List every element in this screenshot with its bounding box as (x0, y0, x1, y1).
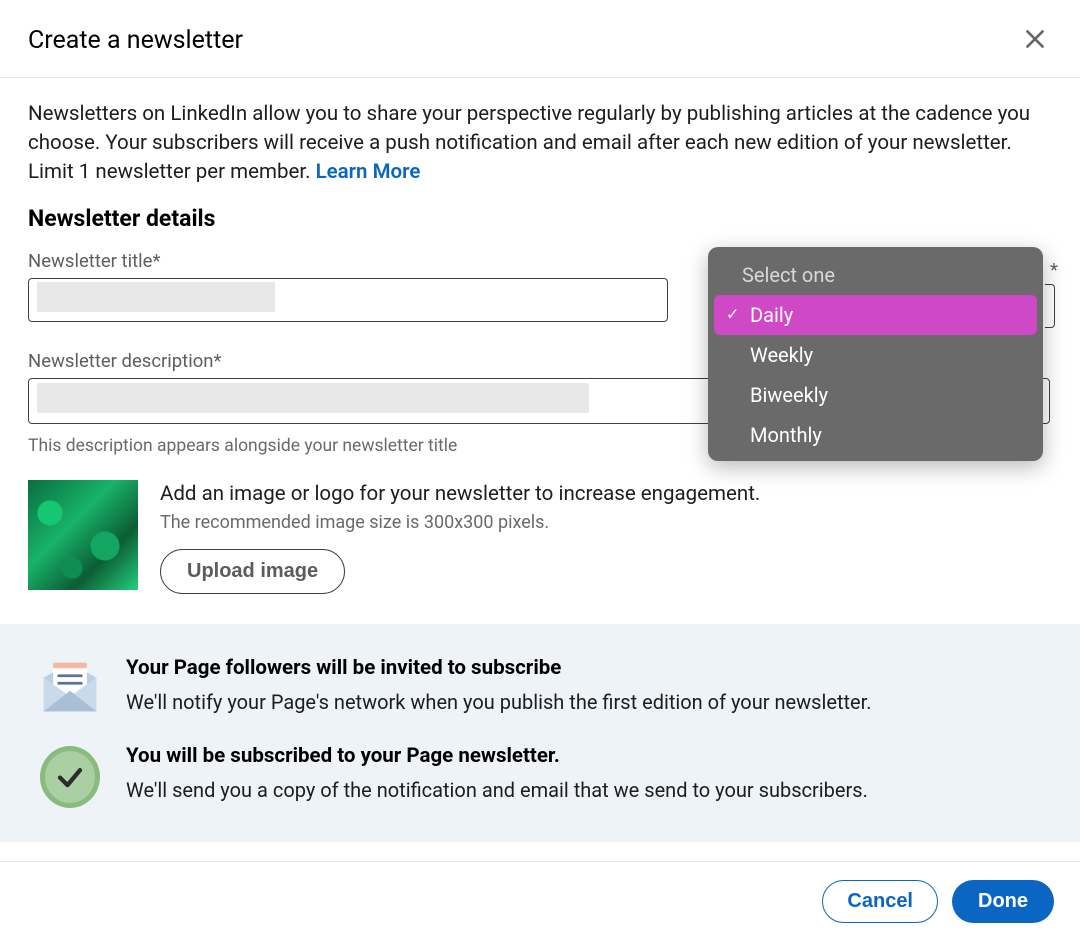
check-circle-icon (40, 744, 100, 808)
info-panel: Your Page followers will be invited to s… (0, 624, 1080, 842)
cadence-option-monthly[interactable]: Monthly (714, 415, 1037, 455)
cadence-select-field-edge[interactable] (1045, 284, 1055, 328)
upload-image-button[interactable]: Upload image (160, 549, 345, 594)
info-row-invite: Your Page followers will be invited to s… (40, 656, 1040, 716)
close-icon (1022, 40, 1048, 55)
info-subscribed-text-group: You will be subscribed to your Page news… (126, 744, 868, 802)
cadence-dropdown-header: Select one (714, 253, 1037, 295)
envelope-icon (40, 656, 100, 716)
newsletter-thumbnail-image[interactable] (28, 480, 138, 590)
cadence-option-weekly[interactable]: Weekly (714, 335, 1037, 375)
cadence-option-label: Weekly (750, 343, 813, 367)
cadence-option-label: Daily (750, 303, 793, 327)
cadence-option-biweekly[interactable]: Biweekly (714, 375, 1037, 415)
upload-instruction: Add an image or logo for your newsletter… (160, 482, 760, 506)
info-invite-text: We'll notify your Page's network when yo… (126, 690, 871, 714)
upload-info: Add an image or logo for your newsletter… (160, 480, 760, 594)
learn-more-link[interactable]: Learn More (316, 160, 421, 184)
intro-paragraph: Newsletters on LinkedIn allow you to sha… (28, 100, 1052, 187)
cadence-required-asterisk: * (1050, 259, 1058, 281)
info-invite-title: Your Page followers will be invited to s… (126, 656, 871, 680)
cancel-button[interactable]: Cancel (822, 880, 938, 923)
info-subscribed-title: You will be subscribed to your Page news… (126, 744, 868, 768)
modal-footer: Cancel Done (0, 861, 1080, 941)
upload-section: Add an image or logo for your newsletter… (28, 480, 1052, 594)
newsletter-details-heading: Newsletter details (28, 205, 1052, 232)
done-button[interactable]: Done (952, 880, 1054, 923)
info-row-subscribed: You will be subscribed to your Page news… (40, 744, 1040, 808)
modal-title: Create a newsletter (28, 26, 243, 55)
newsletter-title-input[interactable] (28, 278, 668, 322)
info-subscribed-text: We'll send you a copy of the notificatio… (126, 778, 868, 802)
cadence-option-label: Biweekly (750, 383, 828, 407)
cadence-dropdown: Select one ✓ Daily Weekly Biweekly Month… (708, 247, 1043, 461)
upload-size-hint: The recommended image size is 300x300 pi… (160, 512, 760, 533)
close-button[interactable] (1016, 20, 1054, 61)
cadence-option-label: Monthly (750, 423, 822, 447)
cadence-option-daily[interactable]: ✓ Daily (714, 295, 1037, 335)
intro-text: Newsletters on LinkedIn allow you to sha… (28, 102, 1030, 184)
check-icon: ✓ (726, 305, 739, 324)
info-invite-text-group: Your Page followers will be invited to s… (126, 656, 871, 714)
modal-header: Create a newsletter (0, 0, 1080, 78)
